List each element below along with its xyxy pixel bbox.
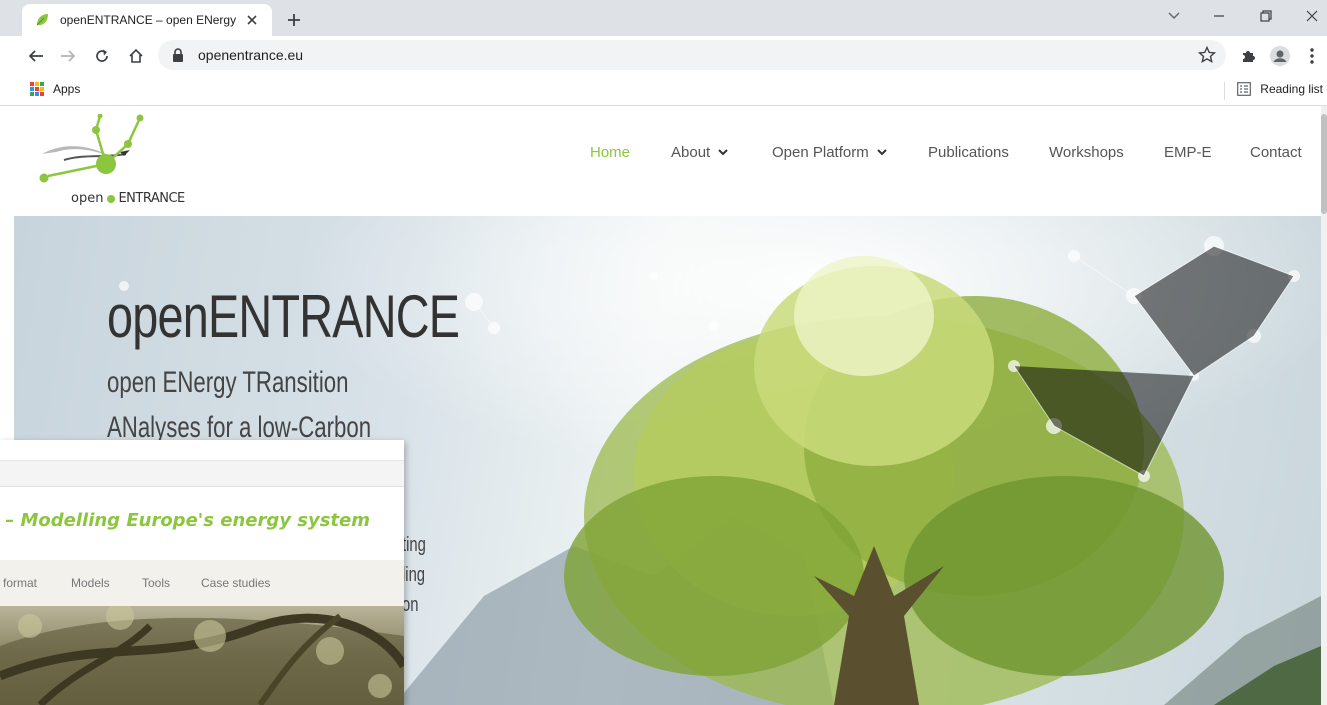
- apps-shortcut[interactable]: Apps: [30, 82, 80, 96]
- reading-list-button[interactable]: Reading list: [1237, 82, 1323, 96]
- address-bar[interactable]: openentrance.eu: [158, 40, 1226, 70]
- overlay-menu-item[interactable]: Models: [71, 576, 110, 590]
- overlay-menu-item[interactable]: format: [3, 576, 37, 590]
- restore-icon[interactable]: [1252, 4, 1280, 28]
- site-logo[interactable]: open ENTRANCE: [34, 113, 185, 210]
- reload-icon[interactable]: [90, 44, 114, 68]
- bookmarks-divider: [1224, 82, 1225, 100]
- extensions-puzzle-icon[interactable]: [1236, 44, 1260, 68]
- overlay-toolbar: [0, 461, 404, 487]
- bookmark-star-icon[interactable]: [1198, 46, 1216, 64]
- lock-icon: [173, 48, 183, 62]
- nav-about[interactable]: About: [671, 144, 728, 161]
- apps-label: Apps: [53, 82, 81, 96]
- nav-about-label: About: [671, 143, 711, 161]
- new-tab-icon[interactable]: [282, 8, 306, 32]
- molecule-logo-icon: [39, 113, 144, 183]
- browser-tab[interactable]: openENTRANCE – open ENergy TRansition AN…: [22, 4, 272, 36]
- site-header: open ENTRANCE Home About Open Platform P…: [14, 106, 1321, 216]
- home-icon[interactable]: [124, 44, 148, 68]
- tab-search-chevron-icon[interactable]: [1160, 4, 1188, 28]
- hero-text-fragment: on: [402, 594, 419, 616]
- page-scrollbar[interactable]: [1321, 106, 1327, 705]
- profile-avatar-icon[interactable]: [1268, 44, 1292, 68]
- chevron-down-icon: [718, 149, 728, 156]
- reading-list-label: Reading list: [1260, 82, 1323, 96]
- hero-title: openENTRANCE: [107, 283, 460, 350]
- overlay-tree-photo: [0, 606, 404, 705]
- browser-toolbar: openentrance.eu: [0, 36, 1327, 76]
- nav-emp-e[interactable]: EMP-E: [1164, 144, 1212, 161]
- logo-dot: [107, 194, 116, 203]
- apps-grid-icon: [30, 82, 44, 96]
- overlapping-window: – Modelling Europe's energy system forma…: [0, 440, 404, 705]
- reading-list-icon: [1237, 82, 1252, 96]
- forward-arrow-icon[interactable]: [56, 44, 80, 68]
- close-window-icon[interactable]: [1298, 4, 1326, 28]
- overlay-menu-item[interactable]: Case studies: [201, 576, 270, 590]
- nav-publications[interactable]: Publications: [928, 144, 1009, 161]
- nav-contact-label: Contact: [1250, 143, 1302, 161]
- back-arrow-icon[interactable]: [24, 44, 48, 68]
- logo-word-open: open: [71, 191, 104, 206]
- nav-contact[interactable]: Contact: [1250, 144, 1302, 161]
- menu-kebab-icon[interactable]: [1300, 44, 1324, 68]
- hero-text-fragment: ling: [402, 564, 426, 586]
- hero-text-fragment: ting: [402, 534, 426, 556]
- nav-emp-e-label: EMP-E: [1164, 143, 1212, 161]
- nav-workshops[interactable]: Workshops: [1049, 144, 1124, 161]
- nav-home[interactable]: Home: [590, 144, 630, 161]
- overlay-menu-item[interactable]: Tools: [142, 576, 170, 590]
- nav-open-platform-label: Open Platform: [772, 143, 869, 161]
- url-text: openentrance.eu: [198, 47, 304, 63]
- leaf-favicon-icon: [36, 14, 48, 26]
- minimize-icon[interactable]: [1205, 4, 1233, 28]
- nav-home-label: Home: [590, 143, 631, 161]
- nav-publications-label: Publications: [928, 143, 1009, 161]
- chevron-down-icon: [877, 149, 887, 156]
- overlay-menu: format Models Tools Case studies: [0, 560, 404, 606]
- hero-subtitle-line1: open ENergy TRansition: [107, 366, 349, 399]
- logo-wordmark: open ENTRANCE: [71, 191, 185, 206]
- tab-close-icon[interactable]: [242, 10, 262, 30]
- scrollbar-thumb[interactable]: [1321, 114, 1327, 214]
- tab-title: openENTRANCE – open ENergy TRansition AN…: [60, 13, 236, 27]
- web-page: open ENTRANCE Home About Open Platform P…: [0, 106, 1327, 705]
- logo-word-entrance: ENTRANCE: [118, 191, 185, 206]
- tab-strip: openENTRANCE – open ENergy TRansition AN…: [0, 0, 1327, 36]
- bookmarks-bar: Apps Reading list: [0, 76, 1327, 106]
- nav-workshops-label: Workshops: [1049, 143, 1124, 161]
- overlay-titlebar: [0, 440, 404, 461]
- nav-open-platform[interactable]: Open Platform: [772, 144, 887, 161]
- overlay-headline: – Modelling Europe's energy system: [5, 510, 370, 531]
